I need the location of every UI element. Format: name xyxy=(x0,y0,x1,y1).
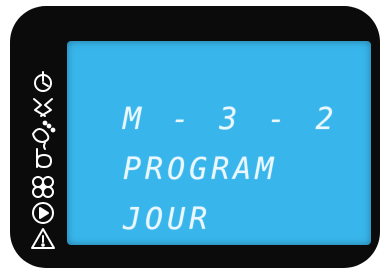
flash-icon xyxy=(33,98,53,117)
display-line-program: PROGRAM xyxy=(123,152,278,187)
device-bezel: M - 3 - 2 PROGRAM JOUR xyxy=(10,6,380,268)
fan-icon xyxy=(32,176,54,198)
drying-icon xyxy=(36,142,52,168)
water-spray-icon xyxy=(32,120,56,143)
warning-icon xyxy=(31,228,55,249)
lcd-screen: M - 3 - 2 PROGRAM JOUR xyxy=(67,41,371,245)
display-line-day: JOUR xyxy=(123,202,212,237)
power-timer-icon xyxy=(34,71,52,92)
status-icon-strip xyxy=(26,71,60,254)
play-icon xyxy=(32,202,54,224)
display-line-mode: M - 3 - 2 xyxy=(123,102,340,137)
